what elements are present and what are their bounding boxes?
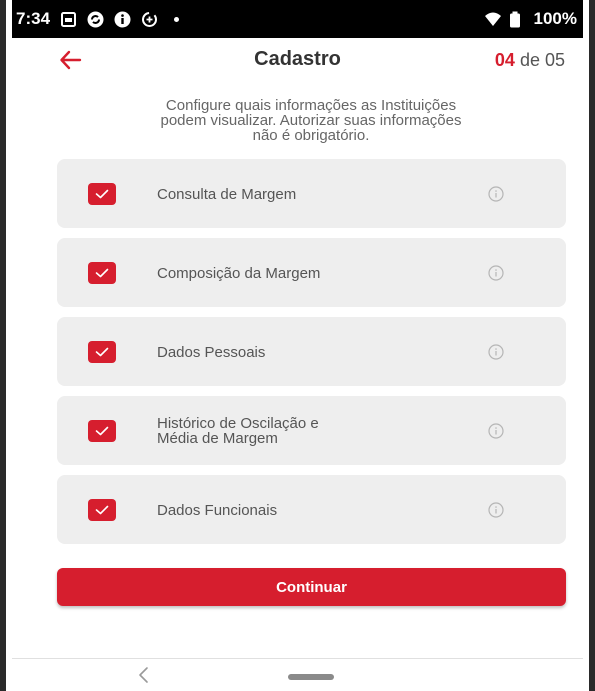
status-bar-right: 100% [484, 9, 583, 29]
battery-percent: 100% [533, 9, 577, 28]
info-icon[interactable] [488, 423, 504, 439]
nav-divider [12, 658, 583, 659]
option-label-line: Consulta de Margem [157, 186, 297, 203]
app-header: Cadastro 04 de 05 [12, 38, 583, 84]
option-consulta-de-margem[interactable]: Consulta de Margem [57, 159, 566, 228]
info-icon[interactable] [488, 265, 504, 281]
chevron-left-icon [139, 667, 148, 683]
option-composicao-da-margem[interactable]: Composição da Margem [57, 238, 566, 307]
battery-icon [509, 11, 526, 28]
info-icon[interactable] [488, 186, 504, 202]
option-dados-funcionais[interactable]: Dados Funcionais [57, 475, 566, 544]
option-label-line: Histórico de Oscilação e [157, 415, 319, 432]
option-label-line: Composição da Margem [157, 265, 321, 282]
scrollbar[interactable] [591, 112, 595, 254]
checkbox[interactable] [88, 341, 116, 363]
description-line: não é obrigatório. [252, 127, 370, 144]
nav-back-button[interactable] [134, 664, 154, 686]
sync-icon [87, 11, 104, 28]
sim-icon [60, 11, 77, 28]
option-label: Histórico de Oscilação e Média de Margem [157, 416, 319, 446]
option-historico-de-oscilacao[interactable]: Histórico de Oscilação e Média de Margem [57, 396, 566, 465]
phone-screen: 7:34 100% Cadastro 04 de 05 Configure qu… [0, 0, 595, 691]
info-icon[interactable] [488, 344, 504, 360]
checkbox[interactable] [88, 499, 116, 521]
description-text: Configure quais informações as Instituiç… [76, 98, 546, 143]
checkmark-icon [95, 426, 109, 436]
status-bar: 7:34 100% [12, 0, 583, 38]
continue-button[interactable]: Continuar [57, 568, 566, 606]
checkmark-icon [95, 505, 109, 515]
status-bar-left: 7:34 [12, 9, 180, 29]
option-label: Dados Funcionais [157, 503, 277, 518]
info-icon[interactable] [488, 502, 504, 518]
wifi-icon [484, 11, 501, 28]
status-time: 7:34 [16, 9, 51, 28]
option-label-line: Dados Pessoais [157, 344, 266, 361]
description-line: Configure quais informações as Instituiç… [165, 97, 457, 114]
step-indicator: 04 de 05 [495, 50, 565, 71]
option-dados-pessoais[interactable]: Dados Pessoais [57, 317, 566, 386]
option-label: Dados Pessoais [157, 345, 265, 360]
notification-dot-icon [174, 16, 180, 22]
step-total: de 05 [514, 50, 565, 70]
option-label-line: Dados Funcionais [157, 502, 278, 519]
checkbox[interactable] [88, 262, 116, 284]
checkbox[interactable] [88, 420, 116, 442]
checkbox[interactable] [88, 183, 116, 205]
option-label-line: Média de Margem [157, 430, 278, 447]
info-circle-icon [114, 11, 131, 28]
checkmark-icon [95, 268, 109, 278]
description-line: podem visualizar. Autorizar suas informa… [160, 112, 462, 129]
option-label: Consulta de Margem [157, 187, 296, 202]
nav-home-pill[interactable] [288, 674, 334, 680]
checkmark-icon [95, 347, 109, 357]
option-label: Composição da Margem [157, 266, 320, 281]
checkmark-icon [95, 189, 109, 199]
step-current: 04 [494, 50, 515, 70]
data-saver-icon [141, 11, 158, 28]
